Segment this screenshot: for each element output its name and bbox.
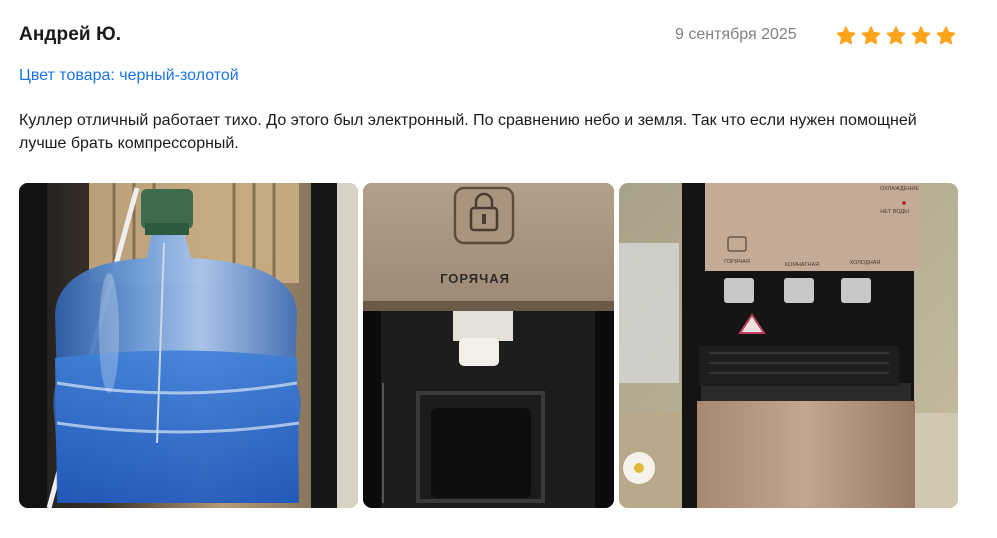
product-variant-link[interactable]: Цвет товара: черный-золотой: [19, 67, 239, 85]
rating-stars: [835, 25, 957, 47]
review-photo-3[interactable]: ОХЛАЖДЕНИЕ НЕТ ВОДЫ ГОРЯЧАЯ КОМНАТНАЯ ХО…: [619, 183, 958, 508]
star-icon: [861, 26, 881, 45]
star-icon: [911, 26, 931, 45]
water-bottle-photo: [19, 183, 358, 508]
review-photo-1[interactable]: [19, 183, 358, 508]
tap-room-label: КОМНАТНАЯ: [785, 262, 819, 268]
star-icon: [936, 26, 956, 45]
review-text: Куллер отличный работает тихо. До этого …: [19, 112, 917, 152]
star-icon: [836, 26, 856, 45]
cooling-indicator-label: ОХЛАЖДЕНИЕ: [880, 186, 919, 192]
no-water-indicator-label: НЕТ ВОДЫ: [880, 209, 909, 215]
water-cooler-photo: ОХЛАЖДЕНИЕ НЕТ ВОДЫ ГОРЯЧАЯ КОМНАТНАЯ ХО…: [619, 183, 958, 508]
hot-tap-photo: ГОРЯЧАЯ: [363, 183, 614, 508]
review-photo-2[interactable]: ГОРЯЧАЯ: [363, 183, 614, 508]
tap-cold-label: ХОЛОДНАЯ: [850, 260, 881, 266]
review-author: Андрей Ю.: [19, 24, 122, 45]
hot-label: ГОРЯЧАЯ: [440, 271, 510, 286]
tap-hot-label: ГОРЯЧАЯ: [724, 259, 750, 265]
review-card: Андрей Ю. 9 сентября 2025 Цвет товара: ч…: [0, 0, 997, 538]
review-date: 9 сентября 2025: [675, 26, 797, 43]
star-icon: [886, 26, 906, 45]
